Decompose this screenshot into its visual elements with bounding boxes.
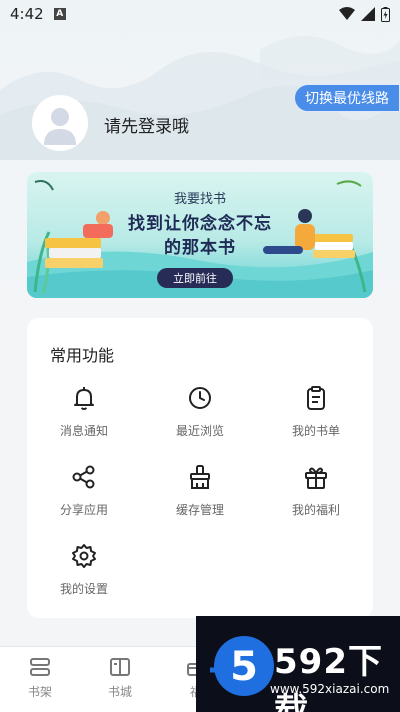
wifi-icon xyxy=(339,7,355,20)
clock-icon xyxy=(189,387,211,409)
battery-icon xyxy=(381,6,390,22)
go-now-button[interactable]: 立即前往 xyxy=(157,268,233,288)
watermark-brand: 592下载 xyxy=(274,642,383,712)
watermark-url: www.592xiazai.com xyxy=(270,682,390,696)
gift-icon xyxy=(305,467,327,489)
banner-slogan: 找到让你念念不忘 的那本书 xyxy=(27,212,373,260)
bookshelf-icon xyxy=(30,658,50,676)
nav-bookstore[interactable]: 书城 xyxy=(90,655,150,705)
book-open-icon xyxy=(110,658,130,676)
banner-title: 我要找书 xyxy=(173,192,226,207)
banner-slogan-line2: 的那本书 xyxy=(164,238,236,258)
status-time: 4:42 xyxy=(10,5,44,23)
site-watermark: 5 592下载 www.592xiazai.com xyxy=(196,616,400,712)
func-label: 消息通知 xyxy=(59,424,108,438)
status-icons xyxy=(339,6,390,22)
func-label: 我的福利 xyxy=(291,503,340,517)
func-label: 最近浏览 xyxy=(175,424,224,438)
func-label: 分享应用 xyxy=(59,503,108,517)
avatar[interactable] xyxy=(32,95,88,151)
watermark-digit: 5 xyxy=(230,644,258,690)
section-title: 常用功能 xyxy=(50,346,115,365)
bell-icon xyxy=(74,387,94,410)
clipboard-icon xyxy=(307,386,325,410)
func-message-notice[interactable]: 消息通知 xyxy=(34,384,134,454)
func-label: 缓存管理 xyxy=(175,503,224,517)
banner-slogan-line1: 找到让你念念不忘 xyxy=(128,214,272,234)
common-functions-card: 常用功能 消息通知 最近浏览 我的书单 分享应用 缓存管理 我的福利 我的设置 xyxy=(27,318,373,618)
share-icon xyxy=(72,465,95,489)
app-notification-icon: A xyxy=(53,8,66,20)
func-share-app[interactable]: 分享应用 xyxy=(34,463,134,533)
switch-route-button[interactable]: 切换最优线路 xyxy=(294,84,400,112)
nav-bookshelf[interactable]: 书架 xyxy=(10,655,70,705)
find-book-banner[interactable]: 我要找书 找到让你念念不忘 的那本书 立即前往 xyxy=(27,172,373,298)
func-my-booklist[interactable]: 我的书单 xyxy=(266,384,366,454)
func-label: 我的设置 xyxy=(59,582,108,596)
nav-label: 书架 xyxy=(27,685,52,699)
func-cache-manage[interactable]: 缓存管理 xyxy=(150,463,250,533)
func-my-settings[interactable]: 我的设置 xyxy=(34,542,134,612)
broom-icon xyxy=(190,465,210,489)
func-my-welfare[interactable]: 我的福利 xyxy=(266,463,366,533)
login-prompt[interactable]: 请先登录哦 xyxy=(104,112,189,137)
nav-label: 书城 xyxy=(107,685,132,699)
gear-icon xyxy=(72,544,96,568)
func-recent-browse[interactable]: 最近浏览 xyxy=(150,384,250,454)
status-bar: 4:42 A xyxy=(0,0,400,28)
func-label: 我的书单 xyxy=(291,424,340,438)
signal-icon xyxy=(361,7,375,21)
user-silhouette-icon xyxy=(44,108,76,145)
